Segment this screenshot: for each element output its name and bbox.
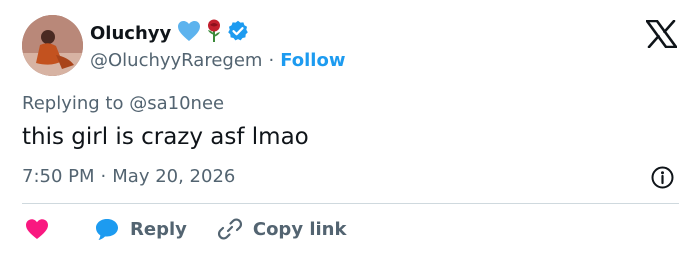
- verified-badge-icon: [227, 20, 249, 46]
- action-bar: Reply Copy link: [22, 216, 346, 242]
- x-logo-icon[interactable]: [645, 19, 678, 49]
- reply-button[interactable]: Reply: [94, 217, 187, 241]
- avatar[interactable]: [22, 15, 83, 76]
- copy-link-label: Copy link: [252, 218, 347, 240]
- separator-dot: ·: [268, 49, 275, 71]
- info-icon[interactable]: [651, 166, 674, 189]
- tweet-text: this girl is crazy asf lmao: [22, 124, 309, 150]
- author-handle[interactable]: @OluchyyRaregem: [90, 50, 262, 71]
- heart-icon: [26, 219, 48, 239]
- tweet-timestamp[interactable]: 7:50 PM · May 20, 2026: [22, 166, 235, 187]
- tweet-date: May 20, 2026: [112, 166, 236, 187]
- blue-heart-icon: [177, 20, 201, 46]
- separator-dot: ·: [100, 166, 107, 187]
- reply-mention-link[interactable]: @sa10nee: [129, 93, 224, 114]
- author-name-row: Oluchyy: [90, 19, 249, 47]
- rose-icon: [205, 19, 223, 47]
- tweet-time: 7:50 PM: [22, 166, 95, 187]
- reply-label: Reply: [130, 218, 187, 240]
- like-button[interactable]: [22, 217, 50, 241]
- replying-to-prefix: Replying to: [22, 93, 124, 114]
- divider: [22, 203, 679, 204]
- display-name[interactable]: Oluchyy: [90, 23, 171, 44]
- follow-button[interactable]: Follow: [280, 50, 345, 71]
- tweet-embed-card: Oluchyy @OluchyyRaregem · Follow Replyin…: [0, 0, 700, 256]
- avatar-photo: [22, 15, 83, 76]
- copy-link-button[interactable]: Copy link: [217, 216, 347, 242]
- reply-bubble-icon: [96, 219, 118, 240]
- replying-to: Replying to @sa10nee: [22, 93, 224, 114]
- author-handle-row: @OluchyyRaregem · Follow: [90, 48, 345, 72]
- link-icon: [217, 218, 242, 240]
